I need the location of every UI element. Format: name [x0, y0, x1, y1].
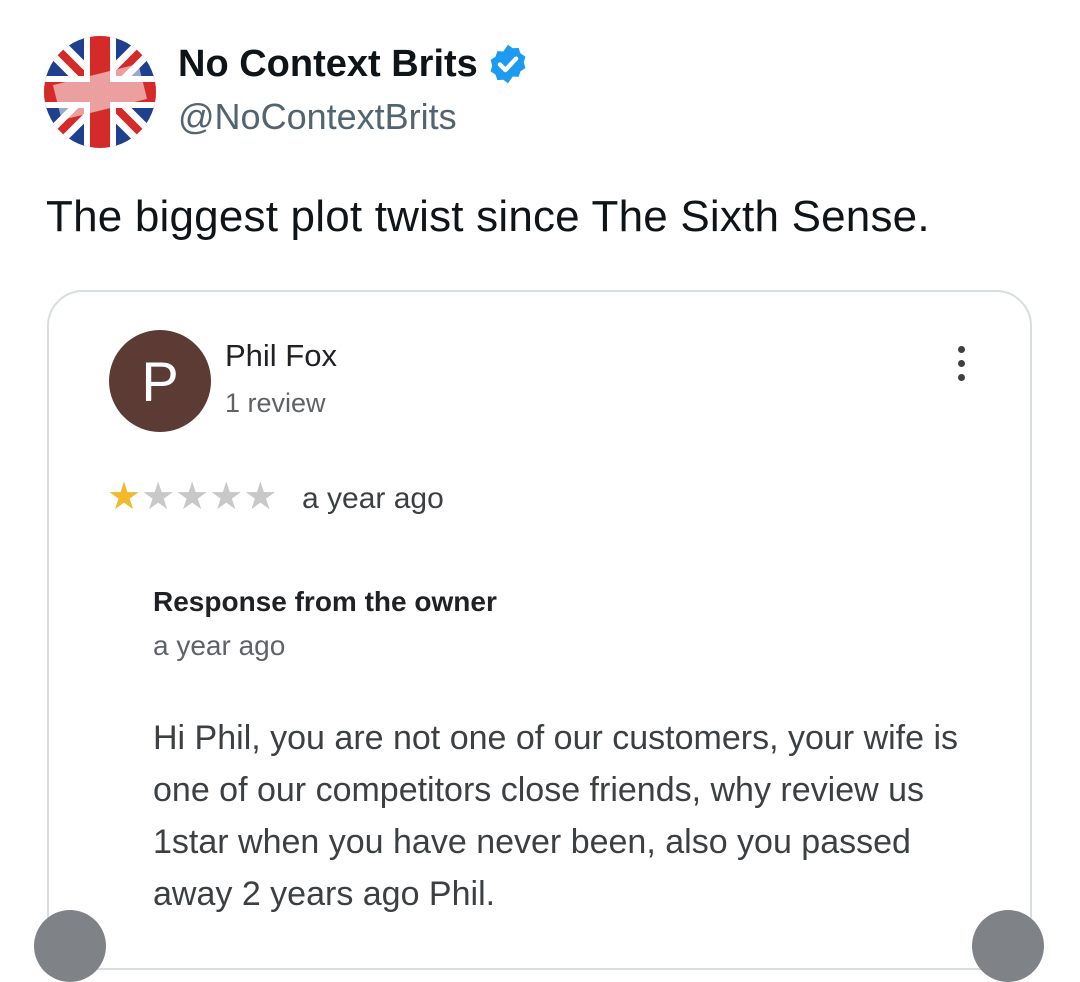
response-body: Hi Phil, you are not one of our customer…: [153, 719, 959, 913]
response-time: a year ago: [153, 630, 286, 661]
reviewer-name[interactable]: Phil Fox: [225, 338, 337, 374]
star-icon: ★: [107, 476, 142, 518]
tweet-text: The biggest plot twist since The Sixth S…: [46, 192, 930, 241]
image-action-button-left[interactable]: [34, 910, 106, 982]
account-avatar[interactable]: [44, 36, 156, 148]
author-info: No Context Brits @NoContextBrits: [178, 42, 530, 138]
display-name[interactable]: No Context Brits: [178, 43, 478, 86]
image-action-button-right[interactable]: [972, 910, 1044, 982]
verified-badge-icon: [490, 44, 526, 84]
star-icon: ★: [209, 476, 244, 518]
tweet-header: No Context Brits @NoContextBrits: [44, 36, 530, 148]
star-icon: ★: [141, 476, 176, 518]
review-time: a year ago: [302, 482, 444, 515]
response-title: Response from the owner: [153, 586, 497, 617]
display-name-row: No Context Brits: [178, 42, 530, 86]
star-rating: ★ ★ ★ ★ ★: [107, 478, 277, 516]
reviewer-avatar[interactable]: P: [109, 330, 211, 432]
account-handle[interactable]: @NoContextBrits: [178, 96, 530, 138]
star-icon: ★: [175, 476, 210, 518]
union-jack-logo: [44, 36, 156, 148]
star-icon: ★: [243, 476, 278, 518]
review-card: P Phil Fox 1 review ★ ★ ★ ★ ★ a year ago Res…: [47, 290, 1032, 970]
review-count: 1 review: [225, 388, 326, 418]
more-vertical-icon[interactable]: [954, 346, 968, 390]
